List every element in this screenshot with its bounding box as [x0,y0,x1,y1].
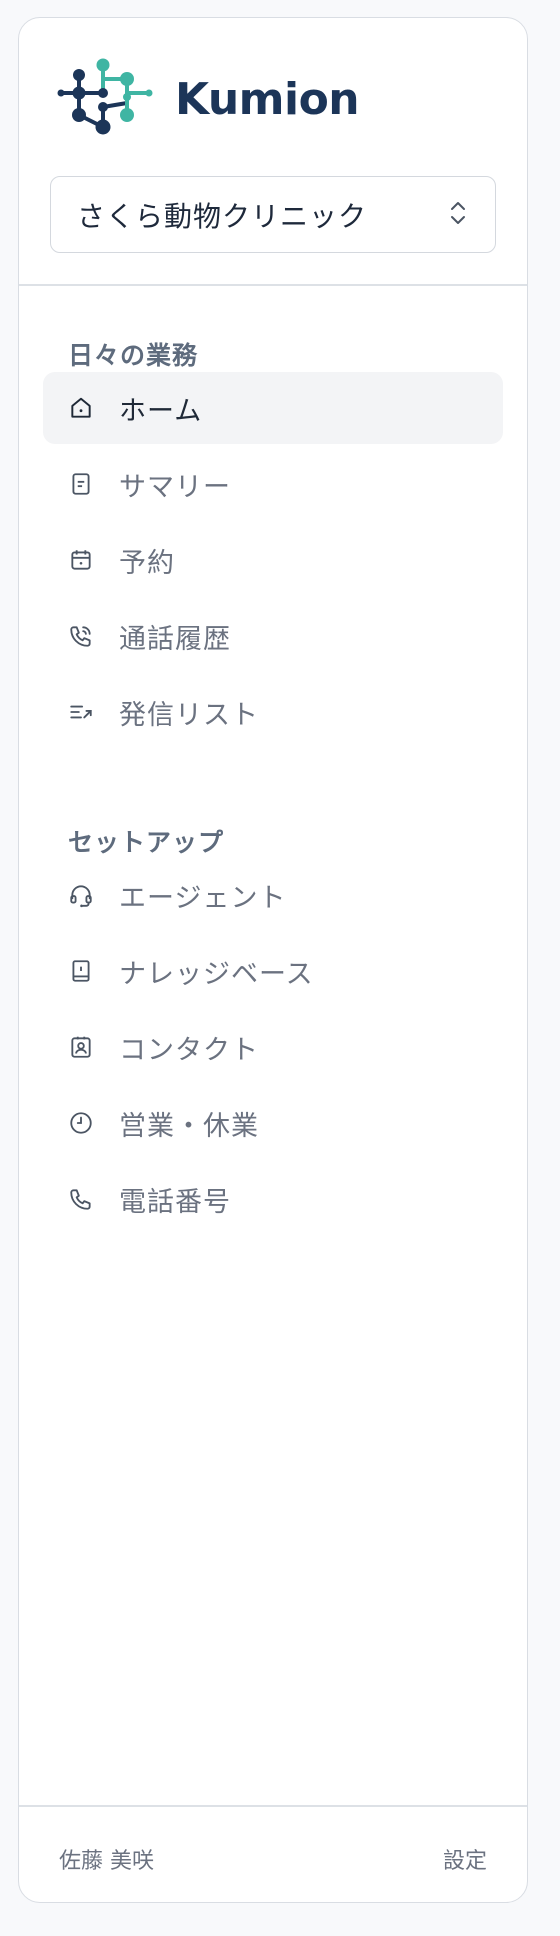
nav-item-label: ナレッジベース [119,958,314,990]
phone-icon [67,1185,95,1213]
contact-card-icon [67,1033,95,1061]
sidebar: Kumion さくら動物クリニック 日々の業務 ホーム サマリー 予約 通話履歴… [18,17,528,1903]
brand-name: Kumion [175,73,360,125]
section-title-daily: 日々の業務 [68,341,199,370]
calendar-icon [67,546,95,574]
clinic-selector[interactable]: さくら動物クリニック [50,176,496,253]
nav-item-label: コンタクト [119,1034,259,1066]
document-icon [67,470,95,498]
section-title-setup: セットアップ [68,828,225,857]
clinic-selector-value: さくら動物クリニック [77,199,368,233]
nav-item-outbound-list[interactable]: 発信リスト [43,676,503,748]
chevron-up-down-icon [449,199,467,231]
molecule-logo-icon [55,57,155,141]
nav-item-summary[interactable]: サマリー [43,448,503,520]
nav-item-agent[interactable]: エージェント [43,859,503,931]
clock-icon [67,1109,95,1137]
divider [19,1805,527,1807]
nav-item-business-hours[interactable]: 営業・休業 [43,1087,503,1159]
home-icon [67,394,95,422]
brand-logo[interactable]: Kumion [55,54,360,144]
nav-item-reservations[interactable]: 予約 [43,524,503,596]
book-icon [67,957,95,985]
nav-item-label: 発信リスト [119,699,259,731]
nav-item-label: 電話番号 [119,1186,231,1218]
nav-item-contacts[interactable]: コンタクト [43,1011,503,1083]
phone-incoming-icon [67,622,95,650]
nav-item-knowledge-base[interactable]: ナレッジベース [43,935,503,1007]
nav-item-label: サマリー [119,471,231,503]
nav-item-home[interactable]: ホーム [43,372,503,444]
nav-item-label: 営業・休業 [119,1110,259,1142]
nav-item-label: ホーム [119,395,203,427]
headset-icon [67,881,95,909]
nav-item-label: 予約 [119,547,175,579]
nav-item-call-history[interactable]: 通話履歴 [43,600,503,672]
nav-item-label: エージェント [119,882,287,914]
outbound-list-icon [67,698,95,726]
divider [19,284,527,286]
settings-link[interactable]: 設定 [443,1843,487,1875]
user-name[interactable]: 佐藤 美咲 [59,1843,154,1875]
nav-item-label: 通話履歴 [119,623,231,655]
nav-item-phone-numbers[interactable]: 電話番号 [43,1163,503,1235]
